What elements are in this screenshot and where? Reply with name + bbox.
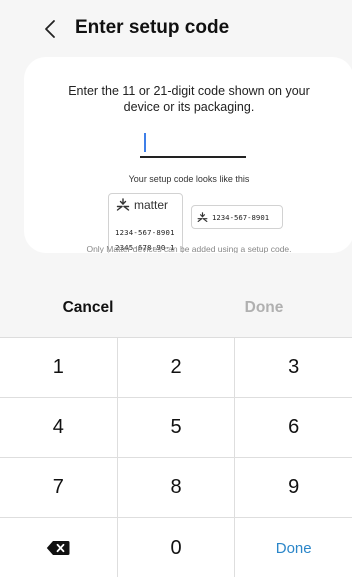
footnote-text: Only Matter devices can be added using a… [86, 244, 292, 253]
key-2[interactable]: 2 [118, 338, 236, 397]
key-5[interactable]: 5 [118, 398, 236, 457]
cancel-button[interactable]: Cancel [0, 283, 176, 333]
instruction-text: Enter the 11 or 21-digit code shown on y… [68, 84, 310, 114]
matter-logo: matter [116, 198, 168, 212]
keypad-row: 4 5 6 [0, 398, 352, 458]
chevron-left-icon [45, 20, 55, 38]
done-button[interactable]: Done [176, 283, 352, 333]
matter-icon [197, 211, 208, 222]
keypad-row: 0 Done [0, 518, 352, 577]
setup-code-card: Enter the 11 or 21-digit code shown on y… [24, 57, 352, 253]
app-bar: Enter setup code [0, 0, 352, 58]
example-code-short: 1234-567-8901 [212, 212, 270, 222]
short-code-example: 1234-567-8901 [191, 205, 283, 229]
example-code-line-1: 1234-567-8901 [115, 228, 175, 237]
action-bar: Cancel Done [0, 283, 352, 333]
keypad-row: 1 2 3 [0, 338, 352, 398]
key-1[interactable]: 1 [0, 338, 118, 397]
numeric-keypad: 1 2 3 4 5 6 7 8 9 0 Done [0, 337, 352, 577]
keypad-done-key[interactable]: Done [235, 518, 352, 577]
key-8[interactable]: 8 [118, 458, 236, 517]
key-3[interactable]: 3 [235, 338, 352, 397]
matter-icon [116, 198, 130, 211]
page-title: Enter setup code [75, 17, 230, 38]
example-hint: Your setup code looks like this [128, 174, 250, 184]
backspace-icon [47, 541, 70, 555]
matter-wordmark: matter [134, 198, 169, 212]
key-6[interactable]: 6 [235, 398, 352, 457]
key-9[interactable]: 9 [235, 458, 352, 517]
key-4[interactable]: 4 [0, 398, 118, 457]
setup-code-input[interactable] [140, 130, 246, 158]
keypad-row: 7 8 9 [0, 458, 352, 518]
text-cursor [144, 133, 146, 152]
back-button[interactable] [40, 18, 60, 40]
key-7[interactable]: 7 [0, 458, 118, 517]
key-0[interactable]: 0 [118, 518, 236, 577]
backspace-key[interactable] [0, 518, 118, 577]
